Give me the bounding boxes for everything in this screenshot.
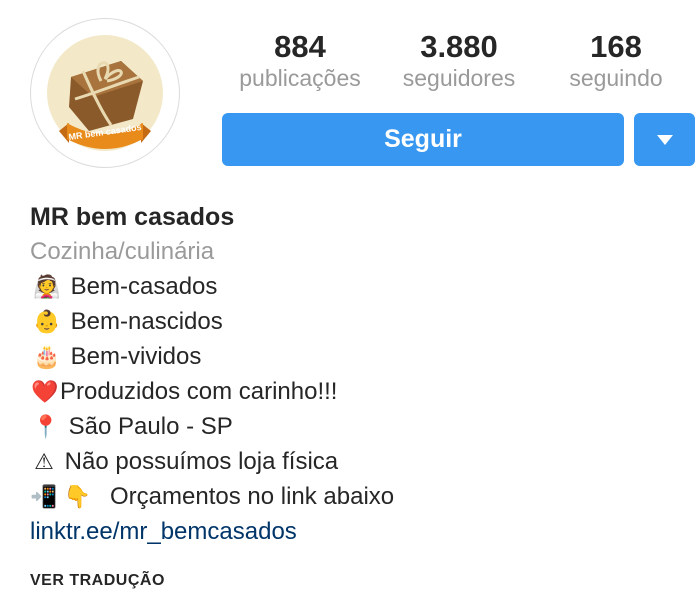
- stat-following[interactable]: 168 seguindo: [541, 30, 691, 92]
- followers-label: seguidores: [402, 65, 516, 91]
- heart-emoji-icon: ❤️: [31, 379, 59, 404]
- bio-line-text: Bem-casados: [70, 273, 218, 300]
- profile-bio: MR bem casados Cozinha/culinária 👰 Bem-c…: [30, 200, 690, 549]
- bio-line-text: Produzidos com carinho!!!: [60, 378, 338, 405]
- stat-followers[interactable]: 3.880 seguidores: [384, 30, 534, 92]
- follow-button[interactable]: Seguir: [222, 113, 624, 166]
- cake-emoji-icon: 🎂: [33, 344, 61, 369]
- bio-line-text: São Paulo - SP: [68, 413, 233, 440]
- posts-label: publicações: [239, 65, 361, 91]
- phone-pointing-emoji-icon: 📲 👇: [30, 484, 91, 509]
- bio-link[interactable]: linktr.ee/mr_bemcasados: [30, 514, 690, 549]
- profile-avatar[interactable]: MR bem casados: [30, 18, 180, 168]
- cake-box-logo-icon: [47, 35, 163, 151]
- bio-line: 👰 Bem-casados: [30, 269, 690, 304]
- triangle-down-icon: [656, 134, 673, 145]
- bride-emoji-icon: 👰: [33, 274, 61, 299]
- bio-line-text: Bem-nascidos: [70, 308, 223, 335]
- bio-line: ⚠ Não possuímos loja física: [30, 444, 690, 479]
- profile-name: MR bem casados: [30, 203, 235, 231]
- bio-line: 📲 👇 Orçamentos no link abaixo: [30, 479, 690, 514]
- posts-count: 884: [274, 29, 326, 64]
- bio-line-text: Bem-vividos: [70, 343, 202, 370]
- warning-emoji-icon: ⚠: [34, 449, 54, 474]
- bio-line-text: Orçamentos no link abaixo: [110, 483, 395, 510]
- pin-emoji-icon: 📍: [32, 414, 60, 439]
- following-count: 168: [590, 29, 642, 64]
- bio-line: 👶 Bem-nascidos: [30, 304, 690, 339]
- bio-line: 📍 São Paulo - SP: [30, 409, 690, 444]
- bio-line: 🎂 Bem-vividos: [30, 339, 690, 374]
- see-translation-link[interactable]: VER TRADUÇÃO: [30, 571, 165, 591]
- baby-emoji-icon: 👶: [33, 309, 61, 334]
- bio-line: ❤️Produzidos com carinho!!!: [30, 374, 690, 409]
- bio-line-text: Não possuímos loja física: [64, 448, 339, 475]
- following-label: seguindo: [569, 65, 663, 91]
- followers-count: 3.880: [420, 29, 498, 64]
- suggestions-dropdown-button[interactable]: [634, 113, 695, 166]
- profile-category: Cozinha/culinária: [30, 238, 215, 265]
- stat-posts[interactable]: 884 publicações: [225, 30, 375, 92]
